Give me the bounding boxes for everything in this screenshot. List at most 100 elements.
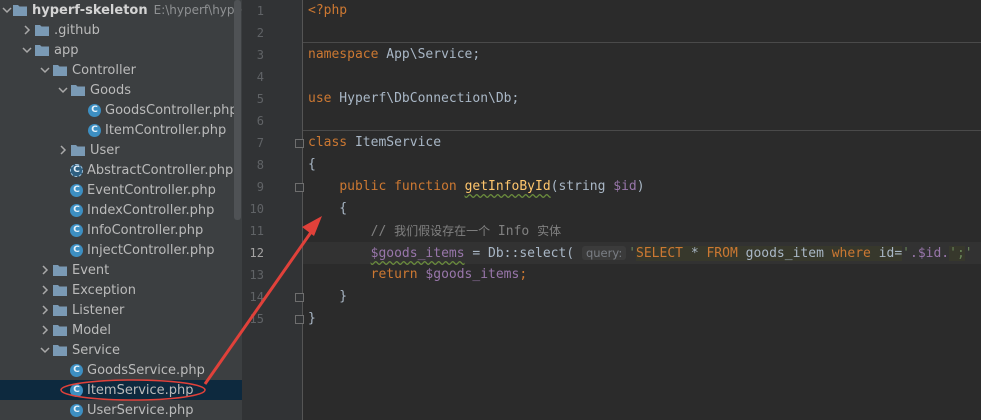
code-line-3[interactable]: namespace App\Service;	[308, 44, 480, 66]
tree-item-label: User	[90, 142, 120, 158]
class-icon: C	[70, 223, 83, 237]
tree-item-infocontroller-php[interactable]: C InfoController.php	[0, 220, 242, 240]
namespace-name: App\Service;	[378, 47, 481, 62]
tree-item-model[interactable]: Model	[0, 320, 242, 340]
tree-item-label: .github	[54, 22, 100, 38]
keyword-namespace: namespace	[308, 47, 379, 62]
class-close-brace: }	[308, 311, 316, 326]
open-brace: {	[308, 157, 316, 172]
code-line-10[interactable]: {	[308, 198, 347, 220]
folder-icon	[34, 23, 50, 37]
chevron-right-icon[interactable]	[56, 145, 70, 155]
class-icon: C	[70, 403, 83, 417]
tree-item-goodsservice-php[interactable]: C GoodsService.php	[0, 360, 242, 380]
line-number: 7	[256, 136, 264, 150]
function-name: getInfoById	[464, 179, 551, 194]
tree-item-itemservice-php[interactable]: C ItemService.php	[0, 380, 242, 400]
tree-item-goodscontroller-php[interactable]: C GoodsController.php	[0, 100, 242, 120]
line-number: 1	[256, 4, 264, 18]
string-quote: '	[902, 246, 910, 261]
class-name: ItemService	[347, 135, 442, 150]
keyword-public: public	[339, 179, 387, 194]
tree-item-label: IndexController.php	[87, 202, 215, 218]
sidebar-scrollbar[interactable]	[234, 0, 241, 220]
tree-item-userservice-php[interactable]: C UserService.php	[0, 400, 242, 420]
code-line-7[interactable]: class ItemService	[308, 132, 441, 154]
variable-goods-items: $goods_items	[370, 246, 465, 261]
line-number: 14	[249, 290, 264, 304]
code-line-12[interactable]: $goods_items = Db::select( query: 'SELECT…	[308, 242, 973, 264]
folder-icon	[52, 303, 68, 317]
class-icon: C	[88, 123, 101, 137]
class-icon: C	[70, 363, 83, 377]
tree-item-label: ItemService.php	[87, 382, 194, 398]
chevron-right-icon[interactable]	[20, 25, 34, 35]
tree-item-exception[interactable]: Exception	[0, 280, 242, 300]
code-line-5[interactable]: use Hyperf\DbConnection\Db;	[308, 88, 519, 110]
chevron-down-icon[interactable]	[56, 85, 70, 95]
line-number: 11	[249, 224, 264, 238]
code-editor[interactable]: 1 2 3 4 5 6 7 8 9 10 11 12 13 14 15 <?php namespace Ap…	[242, 0, 981, 420]
folder-icon	[70, 143, 86, 157]
chevron-right-icon[interactable]	[38, 285, 52, 295]
fold-marker-icon[interactable]	[295, 183, 304, 192]
tree-item-service[interactable]: Service	[0, 340, 242, 360]
tree-item-label: Model	[72, 322, 112, 338]
tree-item-label: ItemController.php	[105, 122, 227, 138]
line-number: 5	[256, 92, 264, 106]
chevron-down-icon[interactable]	[2, 5, 12, 15]
chevron-down-icon[interactable]	[38, 65, 52, 75]
code-line-9[interactable]: public function getInfoById(string $id)	[308, 176, 644, 198]
code-line-15[interactable]: }	[308, 308, 316, 330]
sql-keyword-select: SELECT	[636, 246, 683, 261]
tree-item-goods[interactable]: Goods	[0, 80, 242, 100]
tree-item-controller[interactable]: Controller	[0, 60, 242, 80]
comment-prefix: //	[308, 224, 395, 239]
semicolon: ;	[519, 267, 528, 282]
param-type: (string	[550, 179, 614, 194]
line-number: 12	[249, 246, 264, 260]
code-line-14[interactable]: }	[308, 286, 347, 308]
chevron-down-icon[interactable]	[20, 45, 34, 55]
chevron-right-icon[interactable]	[38, 325, 52, 335]
tree-item-app[interactable]: app	[0, 40, 242, 60]
tree-item-label: Controller	[72, 62, 136, 78]
line-number: 6	[256, 114, 264, 128]
tree-item-user[interactable]: User	[0, 140, 242, 160]
chevron-down-icon[interactable]	[38, 345, 52, 355]
class-icon: C	[70, 383, 83, 397]
tree-item-event[interactable]: Event	[0, 260, 242, 280]
code-line-11[interactable]: // 我们假设存在一个 Info 实体	[308, 220, 561, 242]
tree-item-github[interactable]: .github	[0, 20, 242, 40]
sql-table: goods_item	[737, 246, 832, 261]
line-number: 4	[256, 70, 264, 84]
code-line-13[interactable]: return $goods_items;	[308, 264, 528, 286]
project-name: hyperf-skeleton	[32, 2, 148, 18]
chevron-right-icon[interactable]	[38, 265, 52, 275]
code-line-1[interactable]: <?php	[308, 0, 347, 22]
fold-marker-icon[interactable]	[295, 293, 304, 302]
fold-marker-icon[interactable]	[295, 315, 304, 324]
tree-root-hyperf-skeleton[interactable]: hyperf-skeleton E:\hyperf\hyperf-s	[0, 0, 242, 20]
string-quote: '	[964, 246, 973, 261]
tree-item-indexcontroller-php[interactable]: C IndexController.php	[0, 200, 242, 220]
concat-id: .$id.	[910, 246, 950, 261]
fold-marker-icon[interactable]	[295, 139, 304, 148]
tree-item-label: InjectController.php	[87, 242, 215, 258]
method-separator	[303, 130, 981, 131]
chevron-right-icon[interactable]	[38, 305, 52, 315]
tree-item-injectcontroller-php[interactable]: C InjectController.php	[0, 240, 242, 260]
method-close-brace: }	[308, 289, 348, 304]
use-path: Hyperf\DbConnection\Db;	[331, 91, 520, 106]
tree-item-itemcontroller-php[interactable]: C ItemController.php	[0, 120, 242, 140]
comment-info: Info	[490, 224, 538, 239]
tree-item-label: GoodsController.php	[105, 102, 238, 118]
code-line-8[interactable]: {	[308, 154, 316, 176]
sql-condition: id=	[870, 246, 903, 261]
tree-item-eventcontroller-php[interactable]: C EventController.php	[0, 180, 242, 200]
tree-item-abstractcontroller-php[interactable]: C AbstractController.php	[0, 160, 242, 180]
tree-item-listener[interactable]: Listener	[0, 300, 242, 320]
